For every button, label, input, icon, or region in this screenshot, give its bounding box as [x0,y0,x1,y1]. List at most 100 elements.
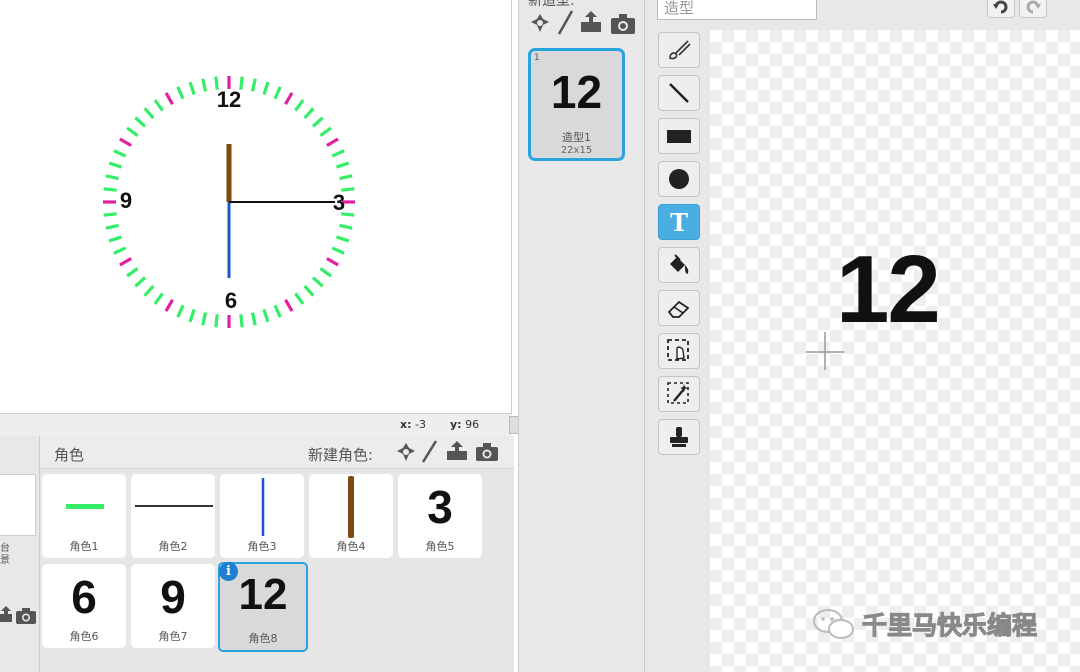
clock-tick[interactable] [335,161,350,169]
clock-major-tick[interactable] [164,92,174,105]
clock-tick[interactable] [143,107,155,120]
new-costume-from-camera-icon[interactable] [611,14,635,38]
sprite-tile[interactable]: 6 角色6 [42,564,126,648]
upload-costume-icon[interactable] [580,11,602,37]
choose-costume-from-library-icon[interactable] [530,13,550,37]
clock-tick[interactable] [108,235,123,243]
sprite-info-icon[interactable]: i [219,562,238,581]
costume-card-selected[interactable]: 1 12 造型1 22x15 [528,48,625,161]
backdrop-camera-icon[interactable] [16,608,36,624]
clock-tick[interactable] [188,308,196,323]
clock-tick[interactable] [143,284,155,297]
clock-tick[interactable] [126,267,139,278]
clock-tick[interactable] [105,174,119,181]
select-icon [667,339,689,361]
clock-tick[interactable] [331,149,345,158]
clock-tick[interactable] [201,312,208,326]
line-tool-button[interactable] [658,75,700,111]
fill-tool-button[interactable] [658,247,700,283]
clock-tick[interactable] [176,304,185,318]
clock-major-tick[interactable] [284,92,294,105]
sprite-tile[interactable]: 角色3 [220,474,304,558]
clock-number-6[interactable]: 6 [225,288,237,313]
redo-icon [1026,0,1041,14]
text-tool-button[interactable]: T [658,204,700,240]
paint-new-sprite-icon[interactable] [420,440,438,468]
new-sprite-from-camera-icon[interactable] [476,443,498,465]
stage[interactable]: 12 3 6 9 [0,0,512,414]
rectangle-tool-button[interactable] [658,118,700,154]
clock-tick[interactable] [153,292,164,305]
stage-backdrop-thumbnail[interactable] [0,474,36,536]
undo-button[interactable] [987,0,1015,18]
clock-major-tick[interactable] [326,257,339,267]
magic-wand-tool-button[interactable] [658,376,700,412]
clock-tick[interactable] [134,116,147,128]
clock-tick[interactable] [214,314,219,328]
sprite-thumb-brown-bar [348,476,354,538]
clock-tick[interactable] [311,276,324,288]
clock-tick[interactable] [103,187,117,192]
clock-tick[interactable] [262,308,270,323]
clock-tick[interactable] [319,267,332,278]
clock-major-tick[interactable] [284,299,294,312]
clock-tick[interactable] [273,304,282,318]
sprite-tile[interactable]: 角色4 [309,474,393,558]
stamp-tool-button[interactable] [658,419,700,455]
clock-tick[interactable] [105,223,119,230]
clock-tick[interactable] [303,107,315,120]
clock-tick[interactable] [239,314,244,328]
clock-number-12[interactable]: 12 [217,87,241,112]
eraser-tool-button[interactable] [658,290,700,326]
clock-major-tick[interactable] [119,137,132,147]
clock-tick[interactable] [134,276,147,288]
clock-tick[interactable] [103,212,117,217]
clock-tick[interactable] [339,174,353,181]
clock-tick[interactable] [250,78,257,92]
select-tool-button[interactable] [658,333,700,369]
undo-icon [993,0,1008,14]
costume-canvas-text[interactable]: 12 [836,242,941,338]
brush-tool-button[interactable] [658,32,700,68]
sprite-tile[interactable]: 3 角色5 [398,474,482,558]
clock-tick[interactable] [294,292,305,305]
clock-tick[interactable] [311,116,324,128]
choose-sprite-from-library-icon[interactable] [396,442,416,466]
sprite-tile[interactable]: 9 角色7 [131,564,215,648]
upload-sprite-icon[interactable] [446,441,468,465]
clock-tick[interactable] [113,149,127,158]
clock-tick[interactable] [153,99,164,112]
clock-tick[interactable] [303,284,315,297]
clock-tick[interactable] [113,246,127,255]
clock-tick[interactable] [188,81,196,96]
clock-tick[interactable] [201,78,208,92]
clock-tick[interactable] [108,161,123,169]
clock-number-3[interactable]: 3 [333,190,345,215]
paint-canvas[interactable]: 12 [710,30,1080,672]
clock-tick[interactable] [294,99,305,112]
clock-tick[interactable] [273,86,282,100]
backdrop-upload-icon[interactable] [0,606,12,622]
sprite-tile[interactable]: 角色1 [42,474,126,558]
clock-tick[interactable] [176,86,185,100]
clock-number-9[interactable]: 9 [120,188,132,213]
clock-tick[interactable] [319,126,332,137]
clock-tick[interactable] [250,312,257,326]
sprite-label: 角色2 [158,540,188,553]
brush-icon [669,40,691,60]
ellipse-tool-button[interactable] [658,161,700,197]
clock-tick[interactable] [331,246,345,255]
paint-new-costume-icon[interactable] [556,10,574,40]
watermark-text: 千里马快乐编程 [861,611,1038,641]
clock-tick[interactable] [262,81,270,96]
costume-name-field[interactable] [657,0,817,20]
sprite-panel-header: 角色 新建角色: [40,436,514,469]
clock-major-tick[interactable] [119,257,132,267]
clock-tick[interactable] [126,126,139,137]
redo-button[interactable] [1019,0,1047,18]
clock-tick[interactable] [335,235,350,243]
clock-major-tick[interactable] [164,299,174,312]
clock-tick[interactable] [339,223,353,230]
sprite-tile[interactable]: 角色2 [131,474,215,558]
clock-major-tick[interactable] [326,137,339,147]
